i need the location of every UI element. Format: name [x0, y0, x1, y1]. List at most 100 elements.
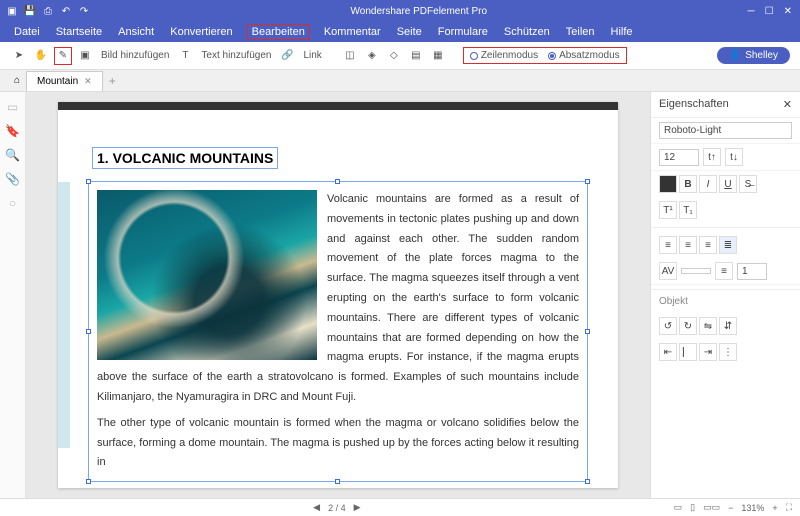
footer-icon[interactable]: ▦	[429, 47, 447, 65]
paragraph-mode-radio[interactable]: Absatzmodus	[548, 50, 620, 61]
flip-v-icon[interactable]: ⇵	[719, 317, 737, 335]
menu-seite[interactable]: Seite	[395, 24, 424, 40]
prev-page-icon[interactable]: ◀	[313, 502, 320, 513]
add-image-button[interactable]: Bild hinzufügen	[98, 50, 172, 61]
menu-konvertieren[interactable]: Konvertieren	[168, 24, 234, 40]
menu-bearbeiten[interactable]: Bearbeiten	[247, 24, 310, 40]
resize-handle[interactable]	[86, 329, 91, 334]
resize-handle[interactable]	[585, 479, 590, 484]
menu-teilen[interactable]: Teilen	[564, 24, 597, 40]
view-facing-icon[interactable]: ▭▭	[703, 502, 720, 513]
underline-icon[interactable]: U	[719, 175, 737, 193]
resize-handle[interactable]	[335, 479, 340, 484]
font-select[interactable]: Roboto-Light	[659, 122, 792, 139]
italic-icon[interactable]: I	[699, 175, 717, 193]
print-icon[interactable]: ⎙	[42, 5, 54, 17]
resize-handle[interactable]	[335, 179, 340, 184]
selected-text-block[interactable]: Volcanic mountains are formed as a resul…	[88, 181, 588, 482]
attachments-icon[interactable]: 📎	[5, 172, 20, 186]
line-spacing-input[interactable]: 1	[737, 263, 767, 280]
thumbnails-icon[interactable]: ▭	[7, 100, 18, 114]
fullscreen-icon[interactable]: ⛶	[786, 502, 792, 513]
hand-icon[interactable]: ✋	[32, 47, 50, 65]
undo-icon[interactable]: ↶	[60, 5, 72, 17]
menu-ansicht[interactable]: Ansicht	[116, 24, 156, 40]
line-spacing-icon[interactable]: ≡	[715, 262, 733, 280]
edit-text-icon[interactable]: ✎	[54, 47, 72, 65]
left-sidebar: ▭ 🔖 🔍 📎 ○	[0, 92, 26, 498]
align-justify-icon[interactable]: ≣	[719, 236, 737, 254]
toolbar: ➤ ✋ ✎ ▣ Bild hinzufügen T Text hinzufüge…	[0, 42, 800, 70]
char-spacing-icon[interactable]: AV	[659, 262, 677, 280]
link-button[interactable]: Link	[300, 50, 324, 61]
view-continuous-icon[interactable]: ▯	[690, 502, 695, 513]
user-button[interactable]: 👤Shelley	[717, 47, 790, 64]
increase-size-icon[interactable]: t↑	[703, 148, 721, 166]
menu-startseite[interactable]: Startseite	[54, 24, 104, 40]
zoom-in-icon[interactable]: +	[772, 503, 777, 513]
panel-close-icon[interactable]: ✕	[783, 98, 792, 111]
save-icon[interactable]: 💾	[24, 5, 36, 17]
distribute-icon[interactable]: ⋮	[719, 343, 737, 361]
heading-text[interactable]: 1. VOLCANIC MOUNTAINS	[92, 147, 278, 169]
pointer-icon[interactable]: ➤	[10, 47, 28, 65]
menu-hilfe[interactable]: Hilfe	[609, 24, 635, 40]
align-right-icon[interactable]: ≡	[699, 236, 717, 254]
add-tab-icon[interactable]: +	[109, 74, 116, 88]
document-tab[interactable]: Mountain ✕	[26, 71, 103, 91]
document-area[interactable]: 1. VOLCANIC MOUNTAINS Volcanic mountains…	[26, 92, 650, 498]
document-image[interactable]	[97, 190, 317, 360]
link-icon[interactable]: 🔗	[278, 47, 296, 65]
superscript-icon[interactable]: T¹	[659, 201, 677, 219]
close-icon[interactable]: ✕	[784, 6, 792, 17]
watermark-icon[interactable]: ◈	[363, 47, 381, 65]
bookmarks-icon[interactable]: 🔖	[5, 124, 20, 138]
minimize-icon[interactable]: ─	[748, 6, 755, 17]
rotate-right-icon[interactable]: ↻	[679, 317, 697, 335]
menu-formulare[interactable]: Formulare	[436, 24, 490, 40]
title-bar: ▣ 💾 ⎙ ↶ ↷ Wondershare PDFelement Pro ─ ☐…	[0, 0, 800, 22]
menu-schuetzen[interactable]: Schützen	[502, 24, 552, 40]
header-icon[interactable]: ▤	[407, 47, 425, 65]
rotate-left-icon[interactable]: ↺	[659, 317, 677, 335]
page-indicator[interactable]: 2 / 4	[328, 503, 346, 513]
char-spacing-input[interactable]	[681, 268, 711, 274]
resize-handle[interactable]	[585, 329, 590, 334]
tab-close-icon[interactable]: ✕	[84, 76, 92, 87]
align-obj-left-icon[interactable]: ⇤	[659, 343, 677, 361]
align-center-icon[interactable]: ≡	[679, 236, 697, 254]
tab-label: Mountain	[37, 76, 78, 87]
resize-handle[interactable]	[585, 179, 590, 184]
maximize-icon[interactable]: ☐	[765, 6, 774, 17]
image-icon[interactable]: ▣	[76, 47, 94, 65]
menu-datei[interactable]: Datei	[12, 24, 42, 40]
view-single-icon[interactable]: ▭	[674, 502, 683, 513]
crop-icon[interactable]: ◫	[341, 47, 359, 65]
subscript-icon[interactable]: T₁	[679, 201, 697, 219]
align-obj-center-icon[interactable]: ⎸	[679, 343, 697, 361]
app-icon: ▣	[6, 5, 18, 17]
strike-icon[interactable]: S̶	[739, 175, 757, 193]
zoom-out-icon[interactable]: −	[728, 503, 733, 513]
align-left-icon[interactable]: ≡	[659, 236, 677, 254]
bold-icon[interactable]: B	[679, 175, 697, 193]
resize-handle[interactable]	[86, 479, 91, 484]
comments-icon[interactable]: ○	[9, 196, 16, 210]
color-swatch[interactable]	[659, 175, 677, 193]
text-icon[interactable]: T	[176, 47, 194, 65]
home-icon[interactable]: ⌂	[8, 75, 26, 86]
search-icon[interactable]: 🔍	[5, 148, 20, 162]
line-mode-radio[interactable]: Zeilenmodus	[470, 50, 538, 61]
next-page-icon[interactable]: ▶	[354, 502, 361, 513]
flip-h-icon[interactable]: ⇋	[699, 317, 717, 335]
align-obj-right-icon[interactable]: ⇥	[699, 343, 717, 361]
font-size-select[interactable]: 12	[659, 149, 699, 166]
menu-kommentar[interactable]: Kommentar	[322, 24, 383, 40]
redo-icon[interactable]: ↷	[78, 5, 90, 17]
background-icon[interactable]: ◇	[385, 47, 403, 65]
decrease-size-icon[interactable]: t↓	[725, 148, 743, 166]
zoom-level[interactable]: 131%	[741, 503, 764, 513]
add-text-button[interactable]: Text hinzufügen	[198, 50, 274, 61]
resize-handle[interactable]	[86, 179, 91, 184]
paragraph-2[interactable]: The other type of volcanic mountain is f…	[97, 417, 579, 469]
